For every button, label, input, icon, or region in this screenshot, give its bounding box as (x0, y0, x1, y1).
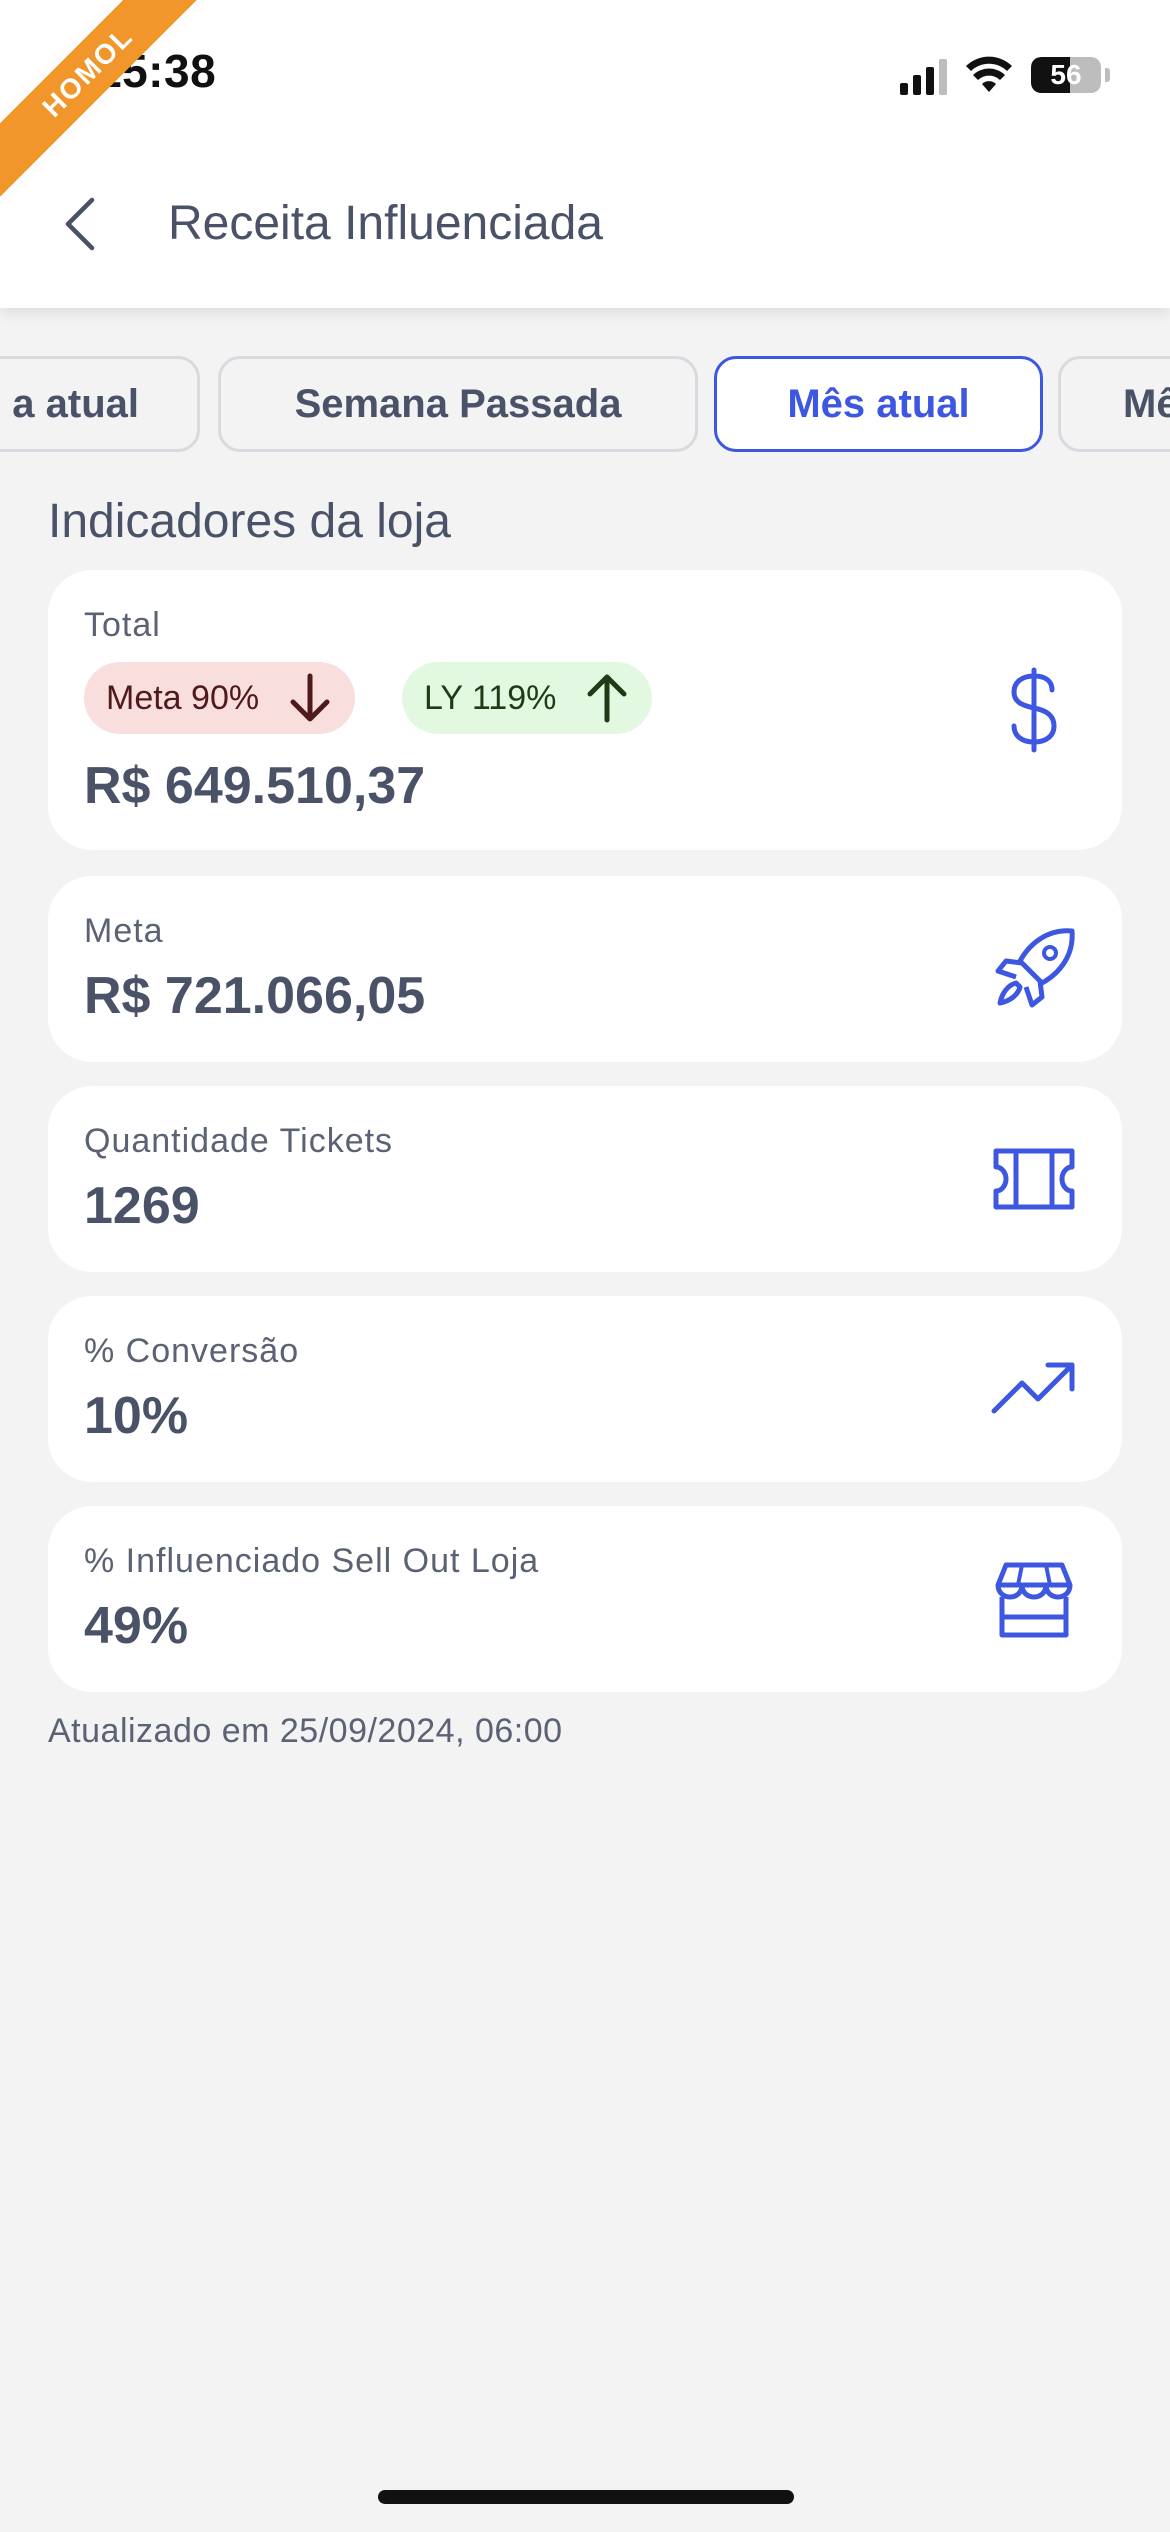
store-icon (986, 1551, 1082, 1647)
badge-meta-label: Meta 90% (106, 678, 260, 717)
battery-icon: 56 (1031, 57, 1101, 93)
card-value: 10% (84, 1387, 189, 1445)
period-tabs: a atual Semana Passada Mês atual Mê (0, 356, 1170, 452)
status-icons: 56 (900, 52, 1110, 98)
card-total[interactable]: Total Meta 90% LY 119% R$ 649.510,37 (48, 570, 1122, 850)
app-header: 15:38 56 Receita Influenciada (0, 0, 1170, 308)
card-meta[interactable]: Meta R$ 721.066,05 (48, 876, 1122, 1062)
dollar-icon (986, 662, 1082, 758)
arrow-up-icon (587, 674, 627, 723)
card-conversao[interactable]: % Conversão 10% (48, 1296, 1122, 1482)
badge-meta: Meta 90% (84, 662, 356, 734)
arrow-down-icon (290, 673, 330, 722)
card-value: R$ 649.510,37 (84, 757, 426, 815)
badge-ly-label: LY 119% (424, 678, 557, 717)
page-title: Receita Influenciada (168, 197, 603, 250)
tab-semana-passada[interactable]: Semana Passada (218, 356, 698, 452)
card-value: 1269 (84, 1177, 200, 1235)
tab-mes-atual[interactable]: Mês atual (714, 356, 1043, 452)
card-value: R$ 721.066,05 (84, 967, 426, 1025)
tab-semana-atual[interactable]: a atual (0, 356, 200, 452)
card-influenciado[interactable]: % Influenciado Sell Out Loja 49% (48, 1506, 1122, 1692)
last-updated-text: Atualizado em 25/09/2024, 06:00 (48, 1712, 563, 1750)
wifi-icon (966, 56, 1012, 92)
battery-cap (1105, 68, 1110, 82)
trending-up-icon (986, 1341, 1082, 1437)
tab-label: Mês atual (787, 381, 970, 426)
back-button[interactable] (50, 188, 110, 260)
home-indicator[interactable] (378, 2490, 794, 2504)
card-label: % Conversão (84, 1332, 300, 1370)
tab-mes-anterior[interactable]: Mê (1058, 356, 1170, 452)
card-tickets[interactable]: Quantidade Tickets 1269 (48, 1086, 1122, 1272)
tab-label: Mê (1123, 381, 1170, 426)
screen: 15:38 56 Receita Influenciada HOMOL a at… (0, 0, 1170, 2532)
card-label: Total (84, 606, 161, 644)
chevron-left-icon (65, 197, 95, 251)
battery-level: 56 (1050, 59, 1082, 90)
card-label: Quantidade Tickets (84, 1122, 394, 1160)
rocket-icon (986, 921, 1082, 1017)
card-label: Meta (84, 912, 164, 950)
cellular-signal-icon (900, 55, 947, 95)
section-title: Indicadores da loja (48, 495, 451, 548)
tab-label: Semana Passada (294, 381, 622, 426)
badge-ly: LY 119% (402, 662, 653, 734)
card-label: % Influenciado Sell Out Loja (84, 1542, 540, 1580)
card-value: 49% (84, 1597, 189, 1655)
ticket-icon (986, 1131, 1082, 1227)
tab-label: a atual (12, 381, 139, 426)
